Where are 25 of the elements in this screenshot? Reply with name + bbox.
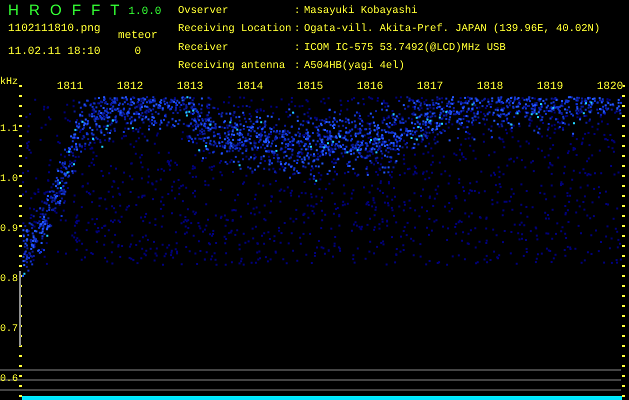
meteor-count: 0 [134, 46, 142, 58]
app-version: 1.0.0 [128, 5, 162, 20]
file-name: 1102111810.png [8, 23, 102, 35]
info-value: ICOM IC-575 53.7492(@LCD)MHz USB [304, 42, 507, 56]
info-separator: : [294, 5, 302, 19]
info-value: Ogata-vill. Akita-Pref. JAPAN (139.96E, 40.02N) [304, 23, 600, 38]
frequency-label: 0.9 [0, 224, 18, 236]
frequency-label: 0.8 [0, 274, 18, 286]
info-value: A504HB(yagi 4el) [304, 60, 406, 74]
info-label: Receiver [178, 42, 230, 56]
timestamp: 11.02.11 18:10 [8, 46, 102, 58]
info-separator: : [294, 23, 302, 38]
app-name: H R O F F T [8, 2, 122, 20]
info-label: Receiving antenna [178, 60, 286, 74]
frequency-label: 0.6 [0, 374, 18, 386]
info-separator: : [294, 42, 302, 56]
info-value: Masayuki Kobayashi [304, 5, 418, 19]
frequency-label: 1.0 [0, 174, 18, 186]
info-label: Ovserver [178, 5, 230, 19]
meteor-label: meteor [118, 30, 158, 42]
axis-unit: kHz [0, 77, 18, 89]
frequency-label: 0.7 [0, 324, 18, 336]
info-label: Receiving Location [178, 23, 292, 38]
info-separator: : [294, 60, 302, 74]
frequency-label: 1.1 [0, 124, 18, 136]
